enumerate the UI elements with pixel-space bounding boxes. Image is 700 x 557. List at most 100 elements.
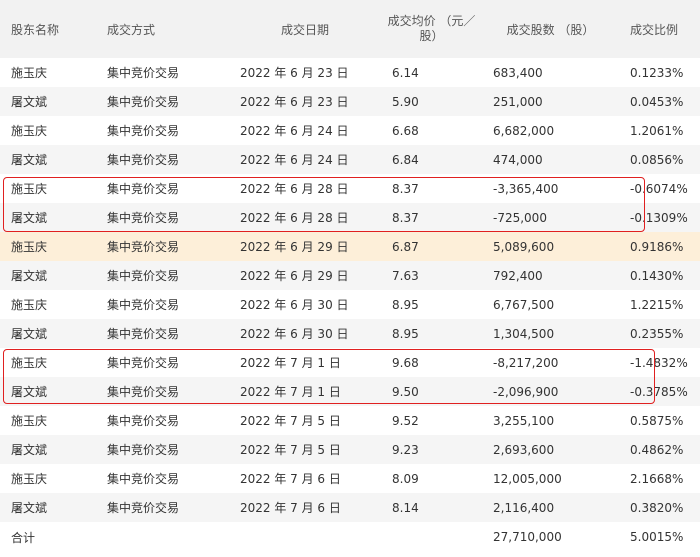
cell-shareholder: 屠文斌: [11, 153, 48, 167]
cell-price: 9.23: [392, 442, 419, 457]
cell-shares: 251,000: [493, 94, 543, 109]
cell-shares: -3,365,400: [493, 181, 559, 196]
cell-date: 2022 年 6 月 30 日: [240, 327, 349, 341]
cell-price: 7.63: [392, 268, 419, 283]
cell-shares: 3,255,100: [493, 413, 555, 428]
total-shares: 27,710,000: [493, 530, 562, 544]
total-row: 合计 27,710,000 5.0015%: [0, 522, 700, 552]
table-row: 屠文斌 集中竞价交易 2022 年 6 月 29 日 7.63 792,400 …: [0, 261, 700, 290]
cell-ratio: 0.3820%: [630, 500, 684, 515]
table-row: 施玉庆 集中竞价交易 2022 年 7 月 6 日 8.09 12,005,00…: [0, 464, 700, 493]
cell-shareholder: 屠文斌: [11, 327, 48, 341]
header-share-count: 成交股数 （股）: [506, 22, 595, 37]
page: 股东名称 成交方式 成交日期 成交均价 （元／股） 成交股数 （股） 成交比例 …: [0, 0, 700, 557]
table-row: 屠文斌 集中竞价交易 2022 年 6 月 30 日 8.95 1,304,50…: [0, 319, 700, 348]
cell-price: 8.95: [392, 297, 419, 312]
cell-ratio: 0.5875%: [630, 413, 684, 428]
table-row-highlighted: 施玉庆 集中竞价交易 2022 年 6 月 29 日 6.87 5,089,60…: [0, 232, 700, 261]
cell-method: 集中竞价交易: [107, 356, 180, 370]
cell-method: 集中竞价交易: [107, 443, 180, 457]
cell-shareholder: 施玉庆: [11, 414, 48, 428]
cell-ratio: 1.2215%: [630, 297, 684, 312]
cell-date: 2022 年 7 月 1 日: [240, 385, 341, 399]
table-row: 屠文斌 集中竞价交易 2022 年 7 月 5 日 9.23 2,693,600…: [0, 435, 700, 464]
cell-price: 6.14: [392, 65, 419, 80]
cell-price: 9.50: [392, 384, 419, 399]
cell-shareholder: 施玉庆: [11, 182, 48, 196]
cell-method: 集中竞价交易: [107, 327, 180, 341]
cell-date: 2022 年 7 月 6 日: [240, 501, 341, 515]
cell-date: 2022 年 6 月 28 日: [240, 182, 349, 196]
table-row: 施玉庆 集中竞价交易 2022 年 6 月 24 日 6.68 6,682,00…: [0, 116, 700, 145]
cell-method: 集中竞价交易: [107, 385, 180, 399]
table-header-row: 股东名称 成交方式 成交日期 成交均价 （元／股） 成交股数 （股） 成交比例: [0, 0, 700, 58]
cell-ratio: 0.4862%: [630, 442, 684, 457]
cell-shares: 5,089,600: [493, 239, 555, 254]
total-method: [96, 522, 229, 552]
cell-shareholder: 屠文斌: [11, 95, 48, 109]
total-ratio: 5.0015%: [630, 530, 684, 544]
cell-ratio: 0.2355%: [630, 326, 684, 341]
cell-ratio: 1.2061%: [630, 123, 684, 138]
table-row: 屠文斌 集中竞价交易 2022 年 6 月 23 日 5.90 251,000 …: [0, 87, 700, 116]
cell-price: 6.68: [392, 123, 419, 138]
cell-shareholder: 施玉庆: [11, 472, 48, 486]
cell-ratio: 0.1430%: [630, 268, 684, 283]
cell-price: 9.68: [392, 355, 419, 370]
table-row: 施玉庆 集中竞价交易 2022 年 7 月 5 日 9.52 3,255,100…: [0, 406, 700, 435]
cell-ratio: -1.4832%: [630, 355, 688, 370]
cell-ratio: 0.1233%: [630, 65, 684, 80]
cell-price: 6.87: [392, 239, 419, 254]
cell-date: 2022 年 7 月 6 日: [240, 472, 341, 486]
header-shareholder-name: 股东名称: [11, 22, 60, 37]
cell-ratio: 0.0453%: [630, 94, 684, 109]
cell-ratio: 0.0856%: [630, 152, 684, 167]
cell-method: 集中竞价交易: [107, 269, 180, 283]
table-row: 施玉庆 集中竞价交易 2022 年 6 月 28 日 8.37 -3,365,4…: [0, 174, 700, 203]
cell-shareholder: 施玉庆: [11, 356, 48, 370]
cell-method: 集中竞价交易: [107, 414, 180, 428]
cell-method: 集中竞价交易: [107, 124, 180, 138]
cell-method: 集中竞价交易: [107, 501, 180, 515]
cell-shareholder: 施玉庆: [11, 124, 48, 138]
header-trade-date: 成交日期: [280, 22, 329, 37]
cell-shareholder: 屠文斌: [11, 269, 48, 283]
cell-shares: 474,000: [493, 152, 543, 167]
cell-shares: 2,116,400: [493, 500, 555, 515]
cell-ratio: -0.3785%: [630, 384, 688, 399]
cell-date: 2022 年 6 月 24 日: [240, 124, 349, 138]
cell-shares: 1,304,500: [493, 326, 555, 341]
cell-date: 2022 年 6 月 24 日: [240, 153, 349, 167]
cell-ratio: -0.6074%: [630, 181, 688, 196]
cell-price: 9.52: [392, 413, 419, 428]
cell-date: 2022 年 7 月 1 日: [240, 356, 341, 370]
cell-shareholder: 施玉庆: [11, 66, 48, 80]
cell-shareholder: 施玉庆: [11, 298, 48, 312]
cell-date: 2022 年 6 月 23 日: [240, 66, 349, 80]
shareholder-trade-table: 股东名称 成交方式 成交日期 成交均价 （元／股） 成交股数 （股） 成交比例 …: [0, 0, 700, 552]
total-date: [229, 522, 381, 552]
cell-method: 集中竞价交易: [107, 472, 180, 486]
cell-price: 6.84: [392, 152, 419, 167]
cell-date: 2022 年 7 月 5 日: [240, 414, 341, 428]
cell-shareholder: 屠文斌: [11, 501, 48, 515]
cell-method: 集中竞价交易: [107, 182, 180, 196]
cell-method: 集中竞价交易: [107, 95, 180, 109]
cell-method: 集中竞价交易: [107, 66, 180, 80]
total-label: 合计: [11, 530, 36, 545]
header-avg-price: 成交均价 （元／股）: [387, 14, 476, 43]
cell-date: 2022 年 6 月 30 日: [240, 298, 349, 312]
cell-shares: 12,005,000: [493, 471, 562, 486]
cell-shares: -725,000: [493, 210, 547, 225]
cell-price: 8.95: [392, 326, 419, 341]
cell-shares: 683,400: [493, 65, 543, 80]
cell-shares: 6,682,000: [493, 123, 555, 138]
cell-shares: 792,400: [493, 268, 543, 283]
cell-shares: 2,693,600: [493, 442, 555, 457]
cell-date: 2022 年 6 月 29 日: [240, 240, 349, 254]
cell-ratio: 2.1668%: [630, 471, 684, 486]
table-row: 屠文斌 集中竞价交易 2022 年 7 月 6 日 8.14 2,116,400…: [0, 493, 700, 522]
cell-price: 8.37: [392, 210, 419, 225]
cell-date: 2022 年 6 月 23 日: [240, 95, 349, 109]
cell-method: 集中竞价交易: [107, 240, 180, 254]
